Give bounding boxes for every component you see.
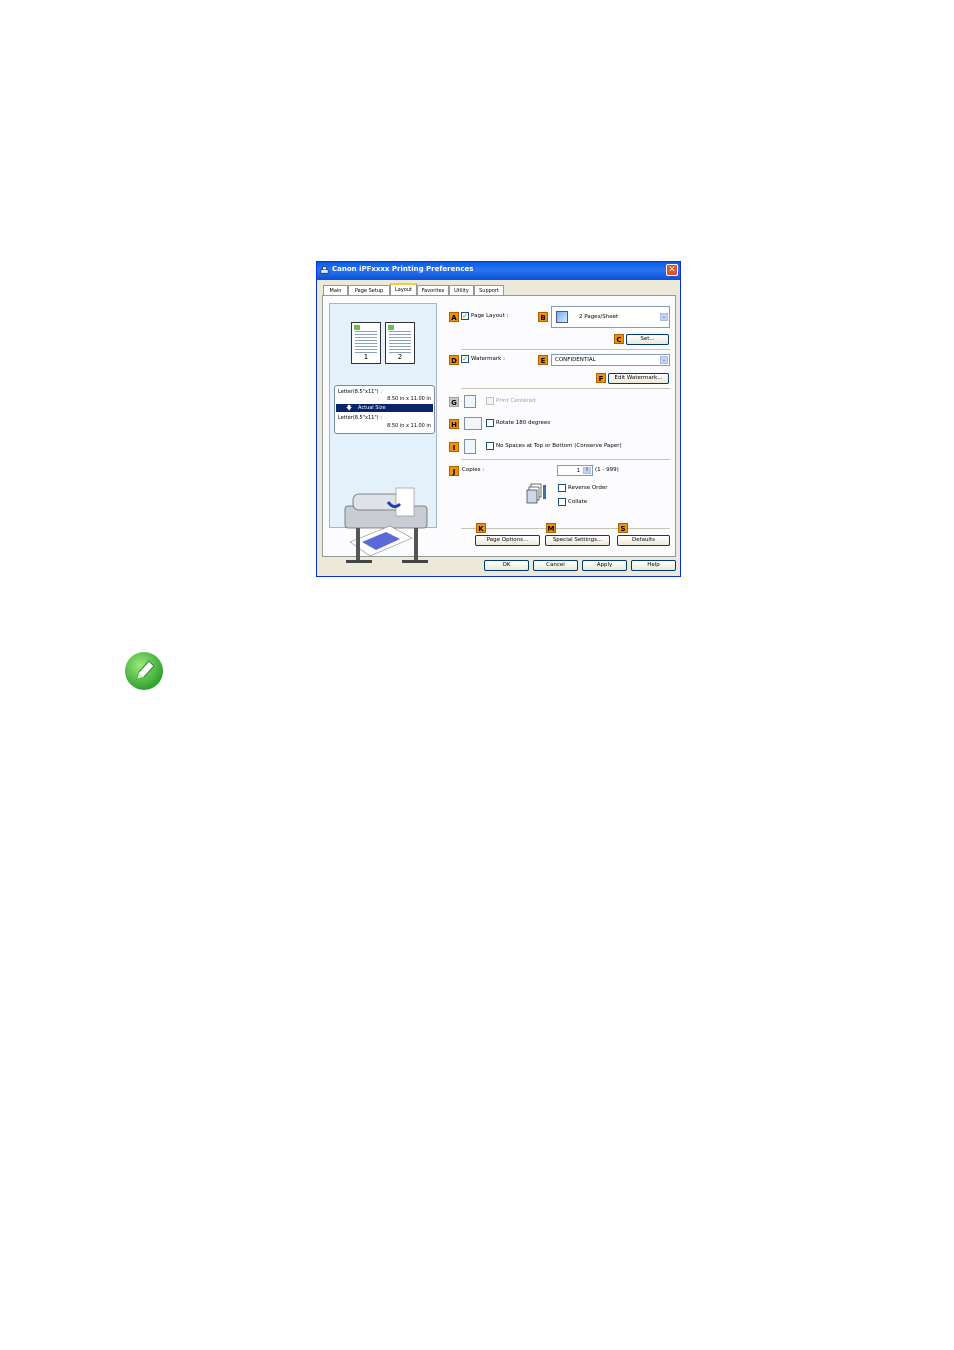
window-title: Canon iPFxxxx Printing Preferences	[332, 265, 474, 273]
page-number: 1	[363, 353, 369, 361]
page-options-button[interactable]: Page Options...	[475, 535, 540, 546]
paper-size-box: Letter(8.5"x11") : 8.50 in x 11.00 in 🡇 …	[334, 385, 435, 434]
apply-button[interactable]: Apply	[582, 560, 627, 571]
copies-stack-icon	[526, 483, 546, 504]
defaults-button[interactable]: Defaults	[617, 535, 670, 546]
label-j: J	[449, 466, 459, 476]
page-layout-label: Page Layout :	[471, 313, 509, 319]
no-spaces-label: No Spaces at Top or Bottom (Conserve Pap…	[496, 443, 622, 449]
page-layout-set-button[interactable]: Set...	[626, 334, 669, 345]
printer-icon	[320, 266, 329, 274]
rotate-checkbox[interactable]	[486, 419, 494, 427]
close-icon: ✕	[668, 265, 676, 275]
note-pencil-icon	[125, 652, 163, 690]
collate-checkbox[interactable]	[558, 498, 566, 506]
reverse-order-label: Reverse Order	[568, 485, 608, 491]
original-size-dims: 8.50 in x 11.00 in	[387, 396, 431, 402]
reverse-order-checkbox[interactable]	[558, 484, 566, 492]
label-d: D	[449, 355, 459, 365]
scaling-row[interactable]: 🡇 Actual Size	[336, 404, 433, 412]
spin-icon[interactable]: ⇕	[583, 467, 591, 474]
watermark-select[interactable]: CONFIDENTIAL ⌄	[551, 354, 670, 366]
copies-value: 1	[576, 468, 581, 474]
chevron-down-icon: ⌄	[660, 356, 668, 364]
label-g: G	[449, 397, 459, 407]
label-b: B	[538, 312, 548, 322]
layout-icon	[556, 311, 568, 323]
label-k: K	[476, 523, 486, 533]
rotate-icon	[464, 417, 482, 430]
page-layout-value: 2 Pages/Sheet	[579, 314, 619, 320]
printing-preferences-dialog: Canon iPFxxxx Printing Preferences ✕ Mai…	[316, 261, 681, 577]
rotate-label: Rotate 180 degrees	[496, 420, 551, 426]
separator	[461, 388, 670, 389]
preview-page-2: 2	[385, 322, 415, 364]
print-centered-checkbox[interactable]	[486, 397, 494, 405]
page-layout-checkbox[interactable]: ✓	[461, 312, 469, 320]
print-centered-label: Print Centered	[496, 398, 536, 404]
page-number: 2	[397, 353, 403, 361]
print-centered-icon	[464, 395, 476, 408]
special-settings-button[interactable]: Special Settings...	[545, 535, 610, 546]
ok-button[interactable]: OK	[484, 560, 529, 571]
label-h: H	[449, 419, 459, 429]
label-s: S	[618, 523, 628, 533]
copies-label: Copies :	[462, 467, 485, 473]
output-size-dims: 8.50 in x 11.00 in	[387, 423, 431, 429]
label-i: I	[449, 442, 459, 452]
edit-watermark-button[interactable]: Edit Watermark...	[608, 373, 669, 384]
preview-page-1: 1	[351, 322, 381, 364]
watermark-value: CONFIDENTIAL	[555, 357, 596, 363]
separator	[461, 459, 670, 460]
arrow-down-icon: 🡇	[346, 405, 353, 412]
page-layout-select[interactable]: 2 Pages/Sheet ⌄	[551, 306, 670, 328]
separator	[461, 528, 670, 529]
chevron-down-icon: ⌄	[660, 313, 668, 321]
collate-label: Collate	[568, 499, 588, 505]
separator	[461, 349, 670, 350]
label-m: M	[546, 523, 556, 533]
help-button[interactable]: Help	[631, 560, 676, 571]
title-bar[interactable]: Canon iPFxxxx Printing Preferences ✕	[317, 262, 680, 280]
label-a: A	[449, 312, 459, 322]
watermark-checkbox[interactable]: ✓	[461, 355, 469, 363]
conserve-paper-icon	[464, 439, 476, 454]
output-size-label: Letter(8.5"x11") :	[338, 415, 382, 421]
copies-range: (1 - 999)	[595, 467, 619, 473]
printer-illustration	[344, 487, 428, 563]
scaling-label: Actual Size	[358, 405, 386, 411]
copies-stepper[interactable]: 1 ⇕	[557, 465, 593, 476]
cancel-button[interactable]: Cancel	[533, 560, 578, 571]
label-c: C	[614, 334, 624, 344]
label-e: E	[538, 355, 548, 365]
watermark-label: Watermark :	[471, 356, 505, 362]
no-spaces-checkbox[interactable]	[486, 442, 494, 450]
close-button[interactable]: ✕	[666, 264, 678, 276]
label-f: F	[596, 373, 606, 383]
original-size-label: Letter(8.5"x11") :	[338, 389, 382, 395]
